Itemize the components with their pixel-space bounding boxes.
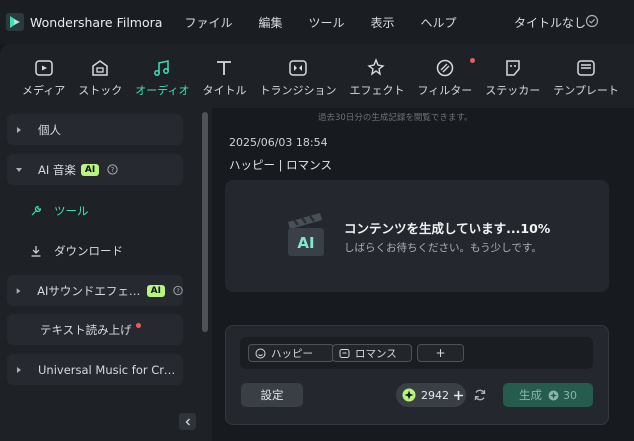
chevron-right-icon xyxy=(17,366,21,373)
sidebar-scrollbar[interactable] xyxy=(202,112,208,332)
chevron-left-icon xyxy=(185,418,190,425)
ai-badge: AI xyxy=(80,163,100,176)
record-tags: ハッピー | ロマンス xyxy=(229,158,332,172)
tab-template[interactable]: テンプレート xyxy=(553,48,619,108)
tab-effect[interactable]: エフェクト xyxy=(349,48,404,108)
sidebar-item-ai-sfx[interactable]: AIサウンドエフェクト AI ? xyxy=(7,275,183,306)
settings-button[interactable]: 設定 xyxy=(241,383,303,407)
chevron-right-icon xyxy=(16,287,21,294)
download-icon xyxy=(31,246,41,257)
tab-title[interactable]: タイトル xyxy=(202,48,246,108)
transition-icon xyxy=(289,60,307,76)
tab-transition[interactable]: トランジション xyxy=(259,48,336,108)
chevron-down-icon xyxy=(16,167,22,172)
add-tag-button[interactable]: + xyxy=(417,344,464,362)
filter-icon xyxy=(436,59,454,77)
sidebar-item-ai-music[interactable]: AI 音楽 AI ? xyxy=(7,154,183,185)
help-icon[interactable]: ? xyxy=(173,285,183,296)
tab-sticker[interactable]: ステッカー xyxy=(485,48,540,108)
menu-file[interactable]: ファイル xyxy=(184,14,232,31)
plus-icon[interactable] xyxy=(453,390,464,401)
project-title[interactable]: タイトルなし xyxy=(514,14,586,31)
tab-audio[interactable]: オーディオ xyxy=(135,48,189,108)
notification-dot xyxy=(470,58,476,63)
collapse-sidebar-button[interactable] xyxy=(179,413,196,430)
sticker-icon xyxy=(506,60,520,76)
credits-value: 2942 xyxy=(421,388,449,402)
menu-bar: ファイル 編集 ツール 表示 ヘルプ xyxy=(184,14,482,31)
svg-text:?: ? xyxy=(176,287,179,295)
chip-happy[interactable]: ハッピー xyxy=(248,344,334,362)
title-icon xyxy=(217,61,232,75)
menu-help[interactable]: ヘルプ xyxy=(421,14,457,31)
menu-edit[interactable]: 編集 xyxy=(258,14,282,31)
tab-stock[interactable]: ストック xyxy=(78,48,122,108)
chevron-right-icon xyxy=(17,126,21,133)
generating-title: コンテンツを生成しています...10% xyxy=(344,221,551,236)
generate-button[interactable]: 生成 30 xyxy=(503,383,593,407)
chip-romance[interactable]: ロマンス xyxy=(332,344,412,362)
audio-icon xyxy=(154,60,170,76)
app-name: Wondershare Filmora xyxy=(30,14,163,30)
record-date: 2025/06/03 18:54 xyxy=(229,136,328,149)
menu-tools[interactable]: ツール xyxy=(308,14,344,31)
check-circle-icon[interactable] xyxy=(585,14,599,28)
ai-clapperboard-icon: AI xyxy=(288,213,324,256)
sidebar-item-universal-music[interactable]: Universal Music for Creat... xyxy=(7,354,183,385)
help-icon[interactable]: ? xyxy=(107,164,118,175)
generating-subtitle: しばらくお待ちください。もう少しです。 xyxy=(344,242,542,254)
stock-icon xyxy=(92,60,108,76)
effect-icon xyxy=(367,58,385,76)
menu-view[interactable]: 表示 xyxy=(370,14,394,31)
credit-gem-icon xyxy=(548,390,559,400)
asset-toolbar: メディア ストック オーディオ タイトル トランジション エフェクト フィルター… xyxy=(0,48,634,108)
filmora-logo-icon xyxy=(6,13,24,31)
tab-media[interactable]: メディア xyxy=(22,48,65,108)
credits-pill[interactable]: 2942 xyxy=(396,383,466,407)
sidebar-subitem-download[interactable]: ダウンロード xyxy=(30,241,123,261)
template-icon xyxy=(577,60,595,76)
sidebar-subitem-tools[interactable]: ツール xyxy=(30,201,89,221)
svg-text:AI: AI xyxy=(297,234,314,252)
credit-gem-icon xyxy=(402,388,416,402)
sidebar-item-personal[interactable]: 個人 xyxy=(7,114,183,145)
tab-filter[interactable]: フィルター xyxy=(417,48,476,108)
refresh-icon[interactable] xyxy=(473,388,487,402)
svg-text:?: ? xyxy=(111,166,115,174)
history-hint: 過去30日分の生成記録を閲覧できます。 xyxy=(318,113,473,123)
media-icon xyxy=(34,60,53,76)
genre-icon xyxy=(339,348,350,358)
ai-badge: AI xyxy=(146,284,165,297)
smile-icon xyxy=(255,348,266,358)
sidebar-item-tts[interactable]: テキスト読み上げ xyxy=(7,314,183,345)
notification-dot xyxy=(135,323,141,328)
wrench-icon xyxy=(31,205,42,216)
